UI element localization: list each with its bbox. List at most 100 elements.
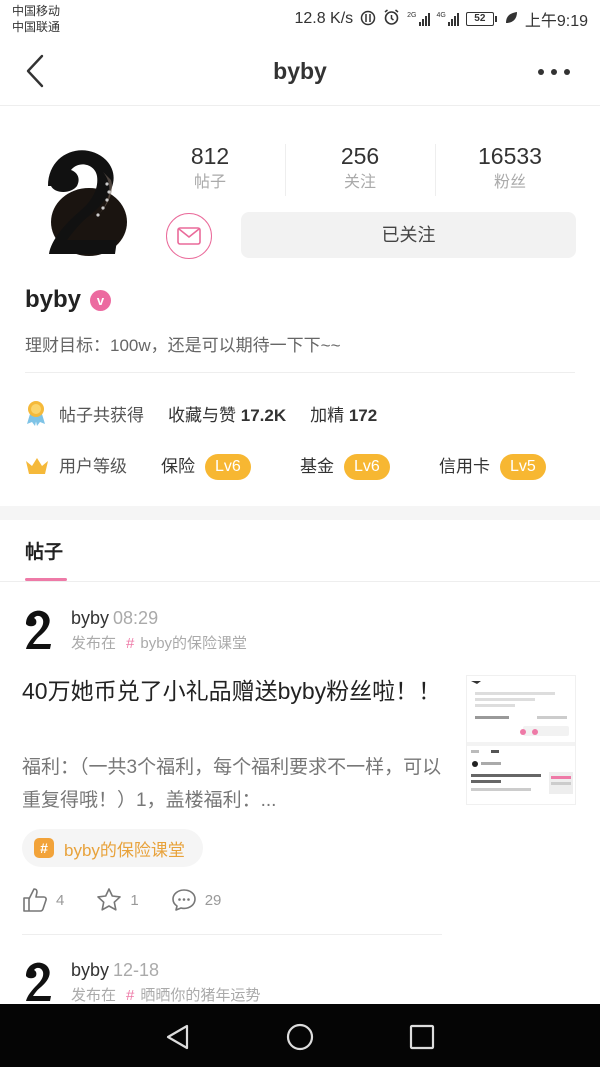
level-item-fund[interactable]: 基金 Lv6 [300,451,390,483]
page-title: byby [273,58,327,84]
stat-posts[interactable]: 812 帖子 [135,140,285,200]
battery-icon: 52 [465,12,497,26]
post-thumbnail[interactable] [466,675,576,805]
post-author[interactable]: byby [71,608,109,628]
mail-icon [177,227,201,245]
username-text: byby [25,286,82,313]
stat-followers[interactable]: 16533 粉丝 [435,140,585,200]
bio: 理财目标：100w，还是可以期待一下下~~ [25,336,341,355]
post-avatar[interactable] [24,608,54,650]
triangle-back-icon [166,1024,189,1050]
post-avatar[interactable] [24,960,54,1002]
username: byby v [25,284,112,316]
topic-chip[interactable]: # byby的保险课堂 [22,829,203,867]
comment-count: 29 [204,891,222,909]
alarm-icon [383,9,400,29]
level-row: 用户等级 保险 Lv6 基金 Lv6 信用卡 Lv5 [25,451,585,483]
level-badge: Lv6 [344,454,390,480]
post-excerpt[interactable]: 福利：（一共3个福利，每个福利要求不一样，可以重复得哦！）1，盖楼福利：... [22,751,442,817]
like-count: 4 [56,891,65,909]
stat-label: 帖子 [193,174,226,191]
level-name: 基金 [300,457,334,476]
post-meta: 发布在 # byby的保险课堂 [71,634,247,654]
post-time: 08:29 [113,608,159,628]
level-badge: Lv5 [500,454,546,480]
favorite-button[interactable]: 1 [96,887,139,913]
level-name: 信用卡 [439,457,490,476]
favorite-count: 1 [130,891,139,909]
carrier-info: 中国移动 中国联通 [12,3,60,35]
nav-back-button[interactable] [161,1020,195,1054]
featured-value: 172 [348,405,378,425]
clock: 上午9:19 [524,13,588,30]
stat-label: 关注 [343,174,376,191]
follow-button[interactable]: 已关注 [241,212,576,258]
section-gap [0,506,600,520]
verified-badge-icon: v [90,289,112,311]
post-topic-link[interactable]: byby的保险课堂 [140,635,247,652]
network-type-1: 2G [407,12,417,19]
honor-row: 帖子共获得 收藏与赞 17.2K 加精 172 [25,398,377,428]
collect-label: 收藏与赞 [168,405,236,425]
nav-recents-button[interactable] [405,1020,439,1054]
stat-label: 粉丝 [493,174,526,191]
signal-icon-1: 2G [407,12,430,26]
message-button[interactable] [166,213,212,259]
signal-icon-2: 4G [437,12,459,26]
status-bar: 中国移动 中国联通 12.8 K/s 2G 4G 52 上午9:19 [0,0,600,38]
more-button[interactable] [538,62,574,82]
posted-in-label: 发布在 [71,635,117,652]
network-type-2: 4G [436,12,446,19]
medal-icon [27,401,45,426]
data-saver-icon [360,10,376,29]
avatar-image [48,150,127,256]
thumbnail-image [467,676,575,804]
post-author[interactable]: byby [71,960,109,980]
network-speed: 12.8 K/s [294,10,354,27]
more-dots-icon [538,69,544,75]
comment-button[interactable]: 29 [171,887,222,913]
post-author-line: byby 08:29 [71,606,158,630]
tab-divider [0,581,600,582]
carrier-2: 中国联通 [12,20,61,34]
post-meta: 发布在 # 晒晒你的猪年运势 [71,986,260,1006]
like-button[interactable]: 4 [22,887,64,913]
leaf-icon [504,11,518,28]
post-topic-link[interactable]: 晒晒你的猪年运势 [140,987,260,1004]
square-recents-icon [409,1024,435,1050]
system-nav-bar [0,1004,600,1067]
nav-bar: byby [0,38,600,106]
level-item-credit-card[interactable]: 信用卡 Lv5 [439,451,546,483]
star-icon [97,888,122,911]
battery-level: 52 [465,12,494,26]
post-actions: 4 1 29 [22,885,253,915]
post-divider [22,934,442,935]
level-name: 保险 [161,457,195,476]
avatar[interactable] [43,142,127,258]
hash-symbol: # [126,635,135,652]
stat-following[interactable]: 256 关注 [285,140,435,200]
featured-metric: 加精 172 [310,401,377,426]
post-time: 12-18 [113,960,160,980]
tab-posts[interactable]: 帖子 [25,540,63,566]
featured-label: 加精 [310,405,345,425]
post-title[interactable]: 40万她币兑了小礼品赠送byby粉丝啦！！ [22,674,442,708]
stat-value: 16533 [478,143,542,169]
level-label: 用户等级 [59,457,127,476]
circle-home-icon [286,1023,314,1051]
level-item-insurance[interactable]: 保险 Lv6 [161,451,251,483]
profile-stats: 812 帖子 256 关注 16533 粉丝 [135,140,585,200]
status-icons: 12.8 K/s 2G 4G 52 上午9:19 [294,8,588,30]
collect-metric: 收藏与赞 17.2K [168,401,286,426]
thumbs-up-icon [23,888,47,912]
comment-icon [171,889,196,911]
stat-value: 812 [190,143,230,169]
stat-value: 256 [340,143,380,169]
divider [25,372,575,373]
level-badge: Lv6 [205,454,251,480]
topic-chip-label: byby的保险课堂 [64,840,185,860]
nav-home-button[interactable] [283,1020,317,1054]
collect-value: 17.2K [240,405,287,425]
posted-in-label: 发布在 [71,987,117,1004]
crown-icon [26,458,48,474]
